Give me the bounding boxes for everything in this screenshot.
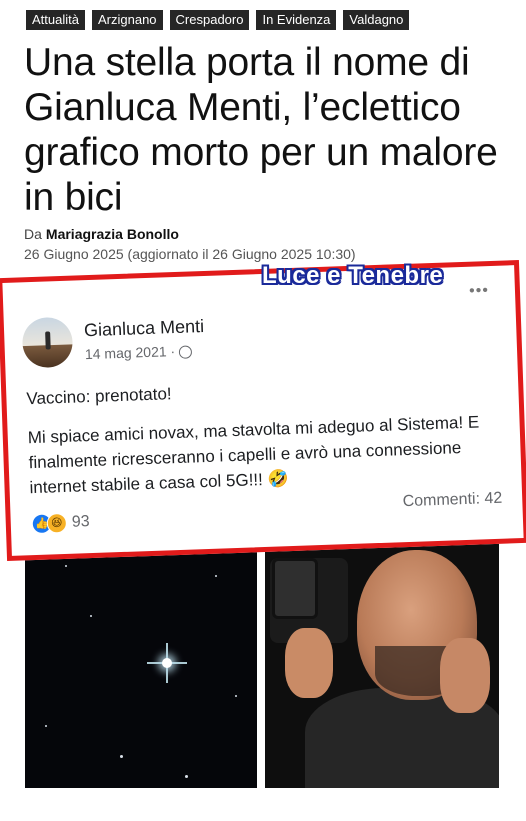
reactions: 👍 😆 93: [32, 512, 90, 534]
reaction-count: 93: [71, 513, 90, 531]
overlay-label: Luce e Tenebre: [262, 262, 444, 289]
tag-arzignano[interactable]: Arzignano: [91, 10, 163, 30]
facebook-post-screenshot: ••• Gianluca Menti 14 mag 2021 · Vaccino…: [0, 259, 526, 562]
comments-count: Commenti: 42: [402, 489, 503, 511]
post-date-text: 14 mag 2021 ·: [84, 343, 176, 363]
tag-in-evidenza[interactable]: In Evidenza: [256, 10, 337, 30]
category-tags: Attualità Arzignano Crespadoro In Eviden…: [26, 10, 410, 30]
tag-attualita[interactable]: Attualità: [26, 10, 85, 30]
publish-date: 26 Giugno 2025 (aggiornato il 26 Giugno …: [24, 246, 356, 262]
post-line-1: Vaccino: prenotato!: [26, 384, 172, 409]
author-link[interactable]: Mariagrazia Bonollo: [46, 226, 179, 242]
byline: Da Mariagrazia Bonollo: [24, 226, 179, 242]
globe-icon: [178, 345, 193, 359]
star-photo: [25, 545, 257, 788]
post-date: 14 mag 2021 ·: [85, 342, 193, 362]
post-author-name: Gianluca Menti: [83, 316, 205, 341]
tag-crespadoro[interactable]: Crespadoro: [169, 10, 250, 30]
portrait-photo: [265, 538, 499, 788]
avatar: [21, 316, 74, 369]
tag-valdagno[interactable]: Valdagno: [343, 10, 410, 30]
post-line-2: Mi spiace amici novax, ma stavolta mi ad…: [27, 412, 480, 498]
article-title: Una stella porta il nome di Gianluca Men…: [24, 41, 498, 219]
more-options-icon: •••: [468, 282, 490, 300]
byline-prefix: Da: [24, 226, 42, 242]
haha-reaction-icon: 😆: [46, 512, 68, 534]
